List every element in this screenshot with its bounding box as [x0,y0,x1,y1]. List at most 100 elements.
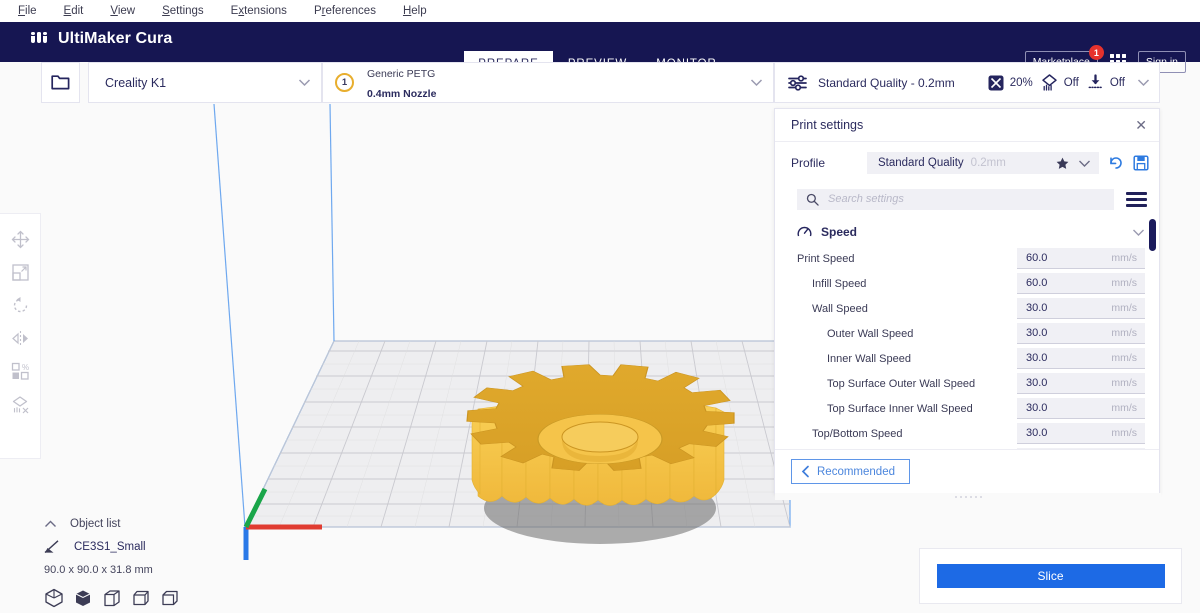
recommended-mode-button[interactable]: Recommended [791,459,910,484]
scale-icon [11,264,29,281]
object-list-label: Object list [70,518,121,530]
menu-item-help[interactable]: Help [403,5,427,17]
chevron-down-icon[interactable] [1078,159,1091,168]
material-selector[interactable]: 1 Generic PETG 0.4mm Nozzle [322,62,774,103]
setting-label: Inner Wall Speed [827,352,911,365]
setting-unit: mm/s [1111,302,1137,314]
setting-value-field[interactable]: 30.0 mm/s [1017,398,1145,419]
print-settings-title: Print settings [791,118,864,132]
per-model-settings-tool[interactable]: % [5,355,35,388]
chevron-left-icon [801,465,809,478]
setting-row-top-surface-inner-wall-speed[interactable]: Top Surface Inner Wall Speed 30.0 mm/s [775,396,1159,421]
view-front-icon[interactable] [131,588,151,608]
setting-value-field[interactable]: 30.0 mm/s [1017,423,1145,444]
save-profile-button[interactable] [1133,155,1149,171]
view-mode-icons [44,588,344,608]
setting-number: 30.0 [1026,352,1048,364]
close-icon[interactable]: ✕ [1135,118,1147,132]
menu-item-file[interactable]: File [18,5,37,17]
panel-resize-handle[interactable] [775,493,1161,500]
view-solid-icon[interactable] [44,588,64,608]
search-input[interactable] [828,193,1090,205]
setting-label: Top Surface Outer Wall Speed [827,377,976,390]
view-xray-icon[interactable] [73,588,93,608]
quality-profile-name: Standard Quality - 0.2mm [818,75,955,90]
rotate-tool[interactable] [5,289,35,322]
menu-bar: File Edit View Settings Extensions Prefe… [0,0,1200,22]
support-chip[interactable]: Off [1041,74,1079,91]
object-list-header[interactable]: Object list [44,518,344,530]
folder-open-icon [50,75,69,90]
print-settings-selector[interactable]: Standard Quality - 0.2mm 20% Off Off [774,62,1160,103]
slice-button[interactable]: Slice [936,564,1165,588]
print-settings-panel: Print settings ✕ Profile Standard Qualit… [774,108,1161,500]
setting-value-field[interactable]: 30.0 mm/s [1017,348,1145,369]
object-panel: Object list CE3S1_Small 90.0 x 90.0 x 31… [44,518,344,608]
move-tool[interactable] [5,223,35,256]
menu-item-extensions[interactable]: Extensions [231,5,287,17]
view-layer-icon[interactable] [102,588,122,608]
move-arrows-icon [11,230,29,249]
infill-value: 20% [1009,76,1033,89]
setting-number: 30.0 [1026,402,1048,414]
revert-profile-button[interactable] [1108,155,1124,171]
setting-value-field[interactable]: 60.0 mm/s [1017,273,1145,294]
settings-scroll-area[interactable]: Speed Print Speed 60.0 mm/s Infill Speed… [775,218,1159,449]
chevron-down-icon [750,79,763,87]
support-value: Off [1063,76,1079,89]
printer-selector[interactable]: Creality K1 [88,62,322,103]
nozzle-size: 0.4mm Nozzle [367,87,437,100]
setting-row-travel-speed[interactable]: Travel Speed 150.0 mm/s [775,446,1159,449]
chevron-down-icon[interactable] [1132,228,1145,237]
print-settings-header: Print settings ✕ [775,109,1159,142]
material-info: Generic PETG 0.4mm Nozzle [367,63,750,103]
revert-icon [1110,157,1122,169]
setting-value-field[interactable]: 30.0 mm/s [1017,323,1145,344]
setting-row-wall-speed[interactable]: Wall Speed 30.0 mm/s [775,296,1159,321]
menu-item-edit[interactable]: Edit [64,5,84,17]
save-icon [1133,155,1149,171]
menu-item-preferences[interactable]: Preferences [314,5,376,17]
profile-dropdown[interactable]: Standard Quality 0.2mm [867,152,1099,174]
open-file-button[interactable] [41,62,80,103]
support-blocker-tool[interactable] [5,388,35,421]
chevron-down-icon [298,79,311,87]
print-settings-footer: Recommended [775,449,1159,493]
menu-item-settings[interactable]: Settings [162,5,204,17]
settings-category-speed[interactable]: Speed [775,218,1159,246]
infill-icon [988,75,1004,90]
object-list-item[interactable]: CE3S1_Small [44,540,344,554]
setting-value-field[interactable]: 60.0 mm/s [1017,248,1145,269]
setting-row-outer-wall-speed[interactable]: Outer Wall Speed 30.0 mm/s [775,321,1159,346]
settings-scrollbar[interactable] [1149,219,1156,251]
search-settings-box[interactable] [797,188,1114,210]
mirror-tool[interactable] [5,322,35,355]
svg-text:%: % [22,363,29,372]
setting-row-print-speed[interactable]: Print Speed 60.0 mm/s [775,246,1159,271]
marketplace-notification-badge: 1 [1088,45,1104,60]
recommended-label: Recommended [817,465,895,478]
setting-row-infill-speed[interactable]: Infill Speed 60.0 mm/s [775,271,1159,296]
scale-tool[interactable] [5,256,35,289]
setting-row-top-surface-outer-wall-speed[interactable]: Top Surface Outer Wall Speed 30.0 mm/s [775,371,1159,396]
setting-row-inner-wall-speed[interactable]: Inner Wall Speed 30.0 mm/s [775,346,1159,371]
setting-value-field[interactable]: 30.0 mm/s [1017,298,1145,319]
infill-chip[interactable]: 20% [988,75,1033,91]
setting-row-top-bottom-speed[interactable]: Top/Bottom Speed 30.0 mm/s [775,421,1159,446]
slice-card: Slice [919,548,1182,604]
setting-value-field[interactable]: 150.0 mm/s [1017,448,1145,449]
setting-label: Wall Speed [812,302,868,315]
material-name: Generic PETG [367,67,436,80]
setting-value-field[interactable]: 30.0 mm/s [1017,373,1145,394]
setting-number: 30.0 [1026,427,1048,439]
star-icon[interactable] [1056,157,1069,170]
adhesion-chip[interactable]: Off [1087,74,1125,91]
profile-label: Profile [791,156,826,170]
view-side-icon[interactable] [160,588,180,608]
menu-item-view[interactable]: View [110,5,135,17]
hamburger-menu-icon[interactable] [1126,191,1147,207]
gear-bore [561,421,639,453]
app-header: UltiMaker Cura PREPARE PREVIEW MONITOR M… [0,22,1200,77]
chevron-down-icon[interactable] [1137,78,1150,87]
configuration-bar: Creality K1 1 Generic PETG 0.4mm Nozzle [0,62,1200,104]
